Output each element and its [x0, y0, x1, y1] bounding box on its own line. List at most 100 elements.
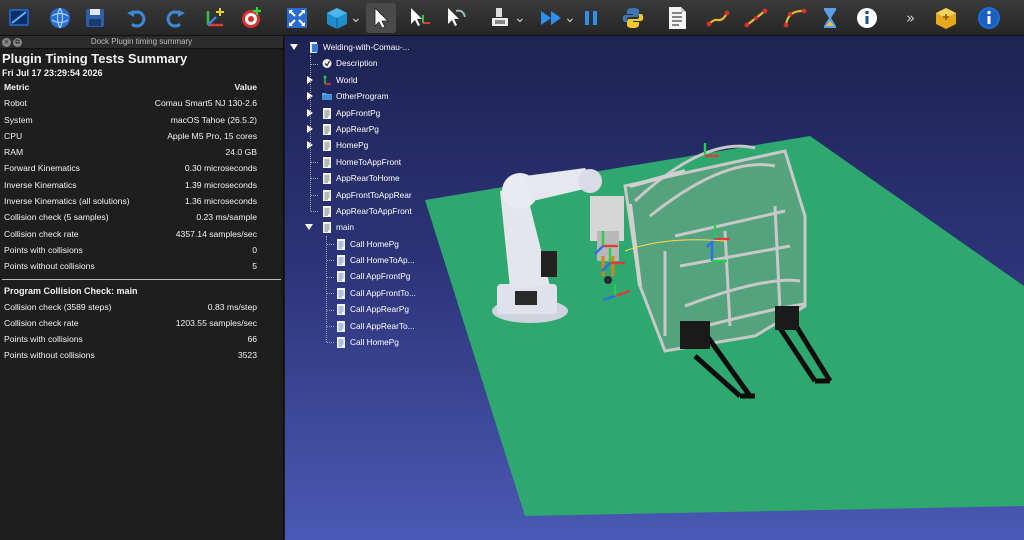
new-station-icon[interactable]: [4, 3, 34, 33]
tree-connector: [327, 244, 334, 245]
metric-value: 0.30 microseconds: [184, 163, 257, 174]
program-icon: [322, 123, 332, 135]
program-icon: [322, 107, 332, 119]
python-script-icon[interactable]: [618, 3, 648, 33]
call-icon: [336, 304, 346, 316]
tree-item-label: HomeToAppFront: [336, 156, 402, 167]
add-target-icon[interactable]: [237, 3, 267, 33]
dock-title: Dock Plugin timing summary: [90, 37, 193, 46]
tree-item-label: AppFrontToAppRear: [336, 189, 412, 200]
tree-item[interactable]: AppFrontPg: [285, 105, 435, 121]
metric-row: Inverse Kinematics 1.39 microseconds: [0, 177, 283, 193]
tree-item-label: AppRearPg: [336, 123, 379, 134]
tree-item[interactable]: HomeToAppFront: [285, 154, 435, 170]
open-library-icon[interactable]: [45, 3, 75, 33]
tree-call-item[interactable]: Call HomePg: [285, 236, 435, 252]
tree-item[interactable]: HomePg: [285, 137, 435, 153]
linear-move-icon[interactable]: [703, 3, 733, 33]
add-frame-icon[interactable]: [200, 3, 230, 33]
program-icon: [322, 173, 332, 185]
tree-item[interactable]: AppRearToAppFront: [285, 203, 435, 219]
tree-item[interactable]: Description: [285, 55, 435, 71]
tree-item-label: Call HomePg: [350, 337, 399, 348]
report-date: Fri Jul 17 23:29:54 2026: [2, 68, 103, 78]
metric-name: Points without collisions: [4, 350, 95, 361]
collapse-arrow-icon[interactable]: [290, 44, 298, 50]
save-icon[interactable]: [80, 3, 110, 33]
more-chevron-icon[interactable]: »: [906, 9, 915, 27]
tree-call-item[interactable]: Call AppFrontPg: [285, 268, 435, 284]
tree-item-label: AppRearToHome: [336, 173, 400, 184]
tree-root-station[interactable]: Welding-with-Comau-...: [285, 39, 435, 55]
play-chevron-icon[interactable]: ⌄: [564, 10, 576, 26]
tree-item-label: Welding-with-Comau-...: [323, 42, 410, 52]
tree-item[interactable]: AppRearPg: [285, 121, 435, 137]
render-mode-chevron-icon[interactable]: ⌄: [514, 10, 526, 26]
3d-viewport[interactable]: Welding-with-Comau-... Description World Ot…: [285, 36, 1024, 540]
tree-connector: [327, 326, 334, 327]
tree-item-label: AppFrontPg: [336, 107, 381, 118]
metric-name: Inverse Kinematics (all solutions): [4, 196, 130, 207]
select-frame-icon[interactable]: [404, 3, 434, 33]
redo-icon[interactable]: [160, 3, 190, 33]
main-toolbar: ⌄ ⌄ ⌄ »: [0, 0, 1024, 36]
tree-item-label: Call AppRearTo...: [350, 320, 415, 331]
tree-call-item[interactable]: Call HomeToAp...: [285, 252, 435, 268]
tree-call-item[interactable]: Call AppRearPg: [285, 301, 435, 317]
metric-row: Collision check (3589 steps) 0.83 ms/step: [0, 299, 283, 315]
undo-icon[interactable]: [122, 3, 152, 33]
tree-item[interactable]: OtherProgram: [285, 88, 435, 104]
call-icon: [336, 320, 346, 332]
tree-connector: [327, 260, 334, 262]
metric-value: 0.23 ms/sample: [196, 212, 257, 223]
view-cube-chevron-icon[interactable]: ⌄: [350, 10, 362, 26]
tree-item-main[interactable]: main: [285, 219, 435, 235]
program-document-icon[interactable]: [662, 3, 692, 33]
tree-item[interactable]: AppRearToHome: [285, 170, 435, 186]
pause-icon[interactable]: [576, 3, 606, 33]
play-fast-icon[interactable]: [536, 3, 566, 33]
program-metrics-table: Collision check (3589 steps) 0.83 ms/step…: [0, 299, 283, 364]
metric-row: Forward Kinematics 0.30 microseconds: [0, 160, 283, 176]
metric-column-header: Metric: [4, 82, 30, 92]
select-icon[interactable]: [366, 3, 396, 33]
metrics-header: Metric Value: [0, 79, 283, 95]
render-mode-icon[interactable]: [486, 3, 516, 33]
timing-report: Plugin Timing Tests Summary Fri Jul 17 2…: [0, 49, 283, 364]
call-icon: [336, 238, 346, 250]
metric-value: 66: [247, 334, 257, 345]
metric-row: Points without collisions 3523: [0, 347, 283, 363]
tree-call-item[interactable]: Call AppRearTo...: [285, 318, 435, 334]
metric-value: 24.0 GB: [225, 147, 257, 158]
metric-row: RAM 24.0 GB: [0, 144, 283, 160]
view-cube-icon[interactable]: [322, 3, 352, 33]
metric-name: Points with collisions: [4, 334, 83, 345]
joint-move-icon[interactable]: [741, 3, 771, 33]
pause-timer-icon[interactable]: [815, 3, 845, 33]
tree-item-label: Call AppFrontPg: [350, 271, 411, 282]
program-icon: [322, 205, 332, 217]
metric-name: RAM: [4, 147, 24, 158]
help-info-icon[interactable]: [974, 3, 1004, 33]
fit-all-icon[interactable]: [282, 3, 312, 33]
metric-name: Collision check rate: [4, 317, 79, 328]
circular-move-icon[interactable]: [780, 3, 810, 33]
tree-item[interactable]: World: [285, 72, 435, 88]
tree-call-item[interactable]: Call AppFrontTo...: [285, 285, 435, 301]
tree-call-item[interactable]: Call HomePg: [285, 334, 435, 350]
tree-connector: [327, 293, 334, 295]
report-title: Plugin Timing Tests Summary: [2, 51, 188, 66]
collapse-arrow-icon[interactable]: [305, 224, 313, 231]
timing-summary-dock: × ⧉ Dock Plugin timing summary Plugin Ti…: [0, 36, 284, 540]
tree-item-label: World: [336, 74, 358, 85]
tree-connector: [327, 276, 334, 278]
tree-item-label: Call HomePg: [350, 238, 399, 249]
move-tcp-icon[interactable]: [441, 3, 471, 33]
tree-connector: [311, 162, 318, 163]
info-icon[interactable]: [852, 3, 882, 33]
tree-item-label: Description: [336, 58, 378, 69]
plugin-box-icon[interactable]: [931, 3, 961, 33]
program-icon: [322, 140, 332, 152]
tree-item[interactable]: AppFrontToAppRear: [285, 187, 435, 203]
metric-name: Collision check rate: [4, 228, 79, 239]
